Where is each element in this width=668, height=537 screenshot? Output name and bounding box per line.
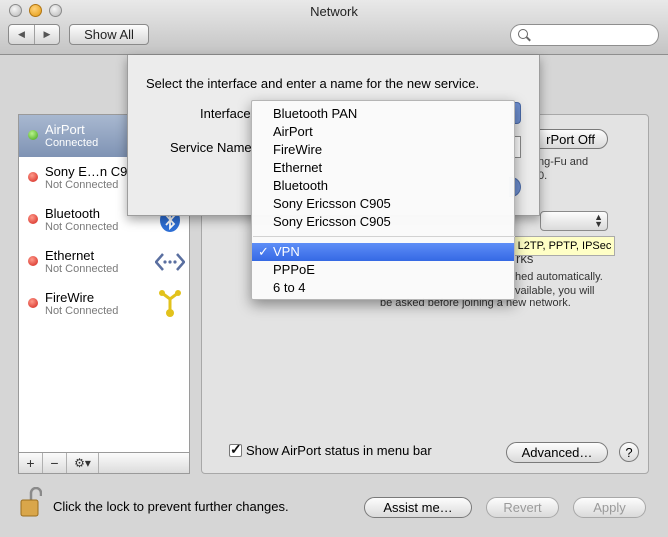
service-name-label: Service Name	[170, 140, 252, 155]
add-service-button[interactable]: +	[19, 453, 43, 473]
service-status: Connected	[45, 137, 99, 149]
interface-label: Interface	[200, 106, 251, 121]
menu-item-6to4[interactable]: 6 to 4	[252, 279, 514, 297]
help-text-fragment: hed automatically.	[515, 271, 603, 283]
revert-button[interactable]: Revert	[486, 497, 559, 518]
lock-message: Click the lock to prevent further change…	[53, 499, 289, 514]
service-name: Bluetooth	[45, 206, 100, 221]
menu-separator	[253, 236, 515, 237]
service-status: Not Connected	[45, 305, 119, 317]
help-button[interactable]: ?	[619, 442, 639, 462]
ethernet-icon	[155, 247, 185, 277]
status-dot-icon	[28, 214, 38, 224]
search-icon	[518, 29, 528, 39]
advanced-button[interactable]: Advanced…	[506, 442, 608, 463]
window-title: Network	[310, 4, 358, 19]
back-button[interactable]: ◀	[9, 25, 34, 44]
remove-service-button[interactable]: −	[43, 453, 67, 473]
status-dot-icon	[28, 172, 38, 182]
status-dot-icon	[28, 298, 38, 308]
window-toolbar: Network ◀ ▶ Show All	[0, 0, 668, 55]
menu-item-airport[interactable]: AirPort	[252, 123, 514, 141]
triangle-right-icon: ▶	[43, 29, 51, 39]
menu-item-vpn[interactable]: ✓ VPN	[252, 243, 514, 261]
status-dot-icon	[28, 256, 38, 266]
service-status: Not Connected	[45, 179, 119, 191]
service-name: Sony E…n C9	[45, 164, 128, 179]
menu-item-bluetooth-pan[interactable]: Bluetooth PAN	[252, 105, 514, 123]
menu-item-firewire[interactable]: FireWire	[252, 141, 514, 159]
vpn-tooltip: L2TP, PPTP, IPSec	[514, 236, 615, 256]
sheet-instructions: Select the interface and enter a name fo…	[146, 76, 480, 91]
checkmark-icon: ✓	[258, 244, 269, 259]
firewire-icon	[155, 289, 185, 319]
menu-item-pppoe[interactable]: PPPoE	[252, 261, 514, 279]
apply-button[interactable]: Apply	[573, 497, 646, 518]
sidebar-item-firewire[interactable]: FireWire Not Connected	[19, 283, 189, 325]
status-text-fragment: ng-Fu and	[538, 156, 589, 168]
service-name: AirPort	[45, 122, 85, 137]
network-name-popup[interactable]: ▲ ▼	[540, 211, 608, 231]
interface-menu: Bluetooth PAN AirPort FireWire Ethernet …	[251, 100, 515, 300]
assist-me-button[interactable]: Assist me…	[364, 497, 472, 518]
search-input[interactable]	[510, 24, 659, 46]
updown-arrows-icon: ▲ ▼	[594, 212, 603, 229]
sidebar-item-ethernet[interactable]: Ethernet Not Connected	[19, 241, 189, 283]
forward-button[interactable]: ▶	[33, 25, 59, 44]
menu-item-sony-ericsson-1[interactable]: Sony Ericsson C905	[252, 195, 514, 213]
gear-menu-button[interactable]: ⚙▾	[67, 453, 99, 473]
service-status: Not Connected	[45, 263, 119, 275]
menu-item-bluetooth[interactable]: Bluetooth	[252, 177, 514, 195]
status-dot-icon	[28, 130, 38, 140]
menu-item-ethernet[interactable]: Ethernet	[252, 159, 514, 177]
service-name: FireWire	[45, 290, 95, 305]
unlocked-lock-icon[interactable]	[20, 486, 43, 519]
show-all-button[interactable]: Show All	[69, 24, 149, 45]
nav-back-forward: ◀ ▶	[8, 24, 60, 45]
show-status-checkbox[interactable]	[229, 441, 242, 458]
service-status: Not Connected	[45, 221, 119, 233]
show-status-checkbox-row[interactable]: Show AirPort status in menu bar	[229, 441, 432, 458]
show-status-label: Show AirPort status in menu bar	[246, 443, 432, 458]
help-text-fragment: vailable, you will	[515, 285, 595, 297]
service-list-toolbar: + − ⚙▾	[18, 452, 190, 474]
triangle-left-icon: ◀	[18, 29, 25, 39]
menu-item-sony-ericsson-2[interactable]: Sony Ericsson C905	[252, 213, 514, 231]
service-name: Ethernet	[45, 248, 95, 263]
menu-item-label: VPN	[273, 244, 300, 259]
